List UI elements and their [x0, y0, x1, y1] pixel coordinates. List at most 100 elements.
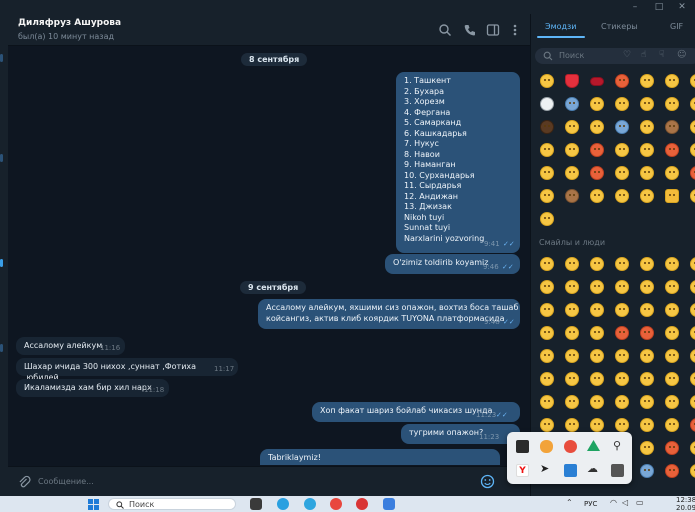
emoji-button[interactable]: [640, 372, 654, 386]
emoji-button[interactable]: [615, 395, 629, 409]
message-bubble[interactable]: тугрими опажон? 11:23: [401, 424, 520, 444]
emoji-button[interactable]: [590, 349, 604, 363]
emoji-button[interactable]: [565, 418, 579, 432]
emoji-button[interactable]: [665, 143, 679, 157]
message-bubble[interactable]: Икаламизда хам бир хил нарх 11:18: [16, 379, 169, 397]
emoji-button[interactable]: [640, 349, 654, 363]
attach-icon[interactable]: [17, 475, 31, 489]
telegram-app-icon[interactable]: [304, 498, 316, 510]
search-icon[interactable]: [438, 23, 452, 37]
emoji-button[interactable]: [665, 189, 679, 203]
emoji-button[interactable]: [565, 143, 579, 157]
emoji-button[interactable]: [690, 326, 695, 340]
emoji-button[interactable]: [665, 166, 679, 180]
google-drive-icon[interactable]: [587, 440, 600, 452]
emoji-button[interactable]: [665, 372, 679, 386]
emoji-button[interactable]: [690, 280, 695, 294]
emoji-button[interactable]: [690, 418, 695, 432]
emoji-button[interactable]: [540, 143, 554, 157]
emoji-button[interactable]: [615, 257, 629, 271]
sidebar-toggle-icon[interactable]: [486, 23, 500, 37]
emoji-button[interactable]: [665, 97, 679, 111]
emoji-button[interactable]: [565, 74, 579, 88]
emoji-button[interactable]: [590, 257, 604, 271]
emoji-button[interactable]: [590, 395, 604, 409]
emoji-button[interactable]: [665, 441, 679, 455]
taskbar-search-input[interactable]: Поиск: [129, 499, 154, 510]
tab-emoji[interactable]: Эмодзи: [545, 22, 577, 31]
emoji-button[interactable]: [540, 97, 554, 111]
message-bubble-city-list[interactable]: 1. Ташкент 2. Бухара 3. Хорезм 4. Ферган…: [396, 72, 520, 253]
emoji-button[interactable]: [690, 303, 695, 317]
emoji-button[interactable]: [565, 120, 579, 134]
opera-icon[interactable]: [356, 498, 368, 510]
message-bubble[interactable]: Ассалому алейкум 11:16: [16, 337, 125, 355]
usb-icon[interactable]: ⚲: [613, 439, 621, 452]
app-tray-icon[interactable]: [564, 440, 577, 453]
emoji-button[interactable]: [565, 280, 579, 294]
emoji-button[interactable]: [640, 257, 654, 271]
emoji-button[interactable]: [540, 349, 554, 363]
emoji-button[interactable]: [640, 120, 654, 134]
wifi-icon[interactable]: ◠: [610, 498, 617, 507]
emoji-button[interactable]: [615, 326, 629, 340]
emoji-button[interactable]: [590, 326, 604, 340]
emoji-button[interactable]: [590, 166, 604, 180]
emoji-button[interactable]: [615, 349, 629, 363]
message-bubble[interactable]: Ассалому алейкум, яхшими сиз опажон, вох…: [258, 299, 520, 329]
chrome-icon[interactable]: [330, 498, 342, 510]
emoji-button[interactable]: [640, 464, 654, 478]
emoji-button[interactable]: [665, 349, 679, 363]
emoji-button[interactable]: [640, 143, 654, 157]
emoji-button[interactable]: [615, 166, 629, 180]
emoji-button[interactable]: [540, 326, 554, 340]
nvidia-icon[interactable]: [516, 440, 529, 453]
emoji-button[interactable]: [590, 303, 604, 317]
emoji-button[interactable]: [665, 280, 679, 294]
emoji-button[interactable]: [690, 97, 695, 111]
emoji-button[interactable]: [615, 120, 629, 134]
task-view-icon[interactable]: [250, 498, 262, 510]
emoji-button[interactable]: [665, 74, 679, 88]
emoji-button[interactable]: [565, 166, 579, 180]
emoji-button[interactable]: [640, 441, 654, 455]
emoji-button[interactable]: [540, 395, 554, 409]
emoji-button[interactable]: [640, 280, 654, 294]
emoji-button[interactable]: [640, 166, 654, 180]
emoji-button[interactable]: [540, 74, 554, 88]
more-menu-icon[interactable]: [508, 23, 522, 37]
emoji-button[interactable]: [590, 120, 604, 134]
emoji-button[interactable]: [665, 326, 679, 340]
emoji-button[interactable]: [565, 372, 579, 386]
thumbs-up-icon[interactable]: ☝: [641, 50, 646, 60]
emoji-button[interactable]: [690, 143, 695, 157]
emoji-button[interactable]: [640, 74, 654, 88]
emoji-button[interactable]: [590, 280, 604, 294]
emoji-search-box[interactable]: Поиск ♡ ☝ ☟ ☺: [535, 48, 695, 64]
message-input[interactable]: Сообщение...: [38, 474, 458, 490]
emoji-button[interactable]: [565, 189, 579, 203]
emoji-button[interactable]: [640, 326, 654, 340]
windows-start-icon[interactable]: [88, 499, 99, 510]
emoji-button[interactable]: [615, 189, 629, 203]
cloud-sync-icon[interactable]: ☁: [587, 462, 598, 475]
edge-browser-icon[interactable]: [277, 498, 289, 510]
emoji-button[interactable]: [640, 395, 654, 409]
emoji-button[interactable]: [615, 280, 629, 294]
yandex-icon[interactable]: Y: [516, 464, 529, 477]
emoji-button[interactable]: [540, 372, 554, 386]
emoji-button[interactable]: [665, 303, 679, 317]
emoji-button[interactable]: [690, 464, 695, 478]
emoji-button[interactable]: [640, 189, 654, 203]
taskbar-search[interactable]: Поиск: [108, 498, 236, 510]
emoji-button[interactable]: [690, 120, 695, 134]
emoji-button[interactable]: [690, 441, 695, 455]
emoji-button[interactable]: [590, 97, 604, 111]
emoji-button[interactable]: [540, 166, 554, 180]
emoji-button[interactable]: [615, 303, 629, 317]
clock-date[interactable]: 20.09.2023: [676, 504, 695, 512]
emoji-button[interactable]: [615, 418, 629, 432]
notepad-icon[interactable]: [383, 498, 395, 510]
emoji-button[interactable]: [590, 372, 604, 386]
emoji-button[interactable]: [615, 372, 629, 386]
